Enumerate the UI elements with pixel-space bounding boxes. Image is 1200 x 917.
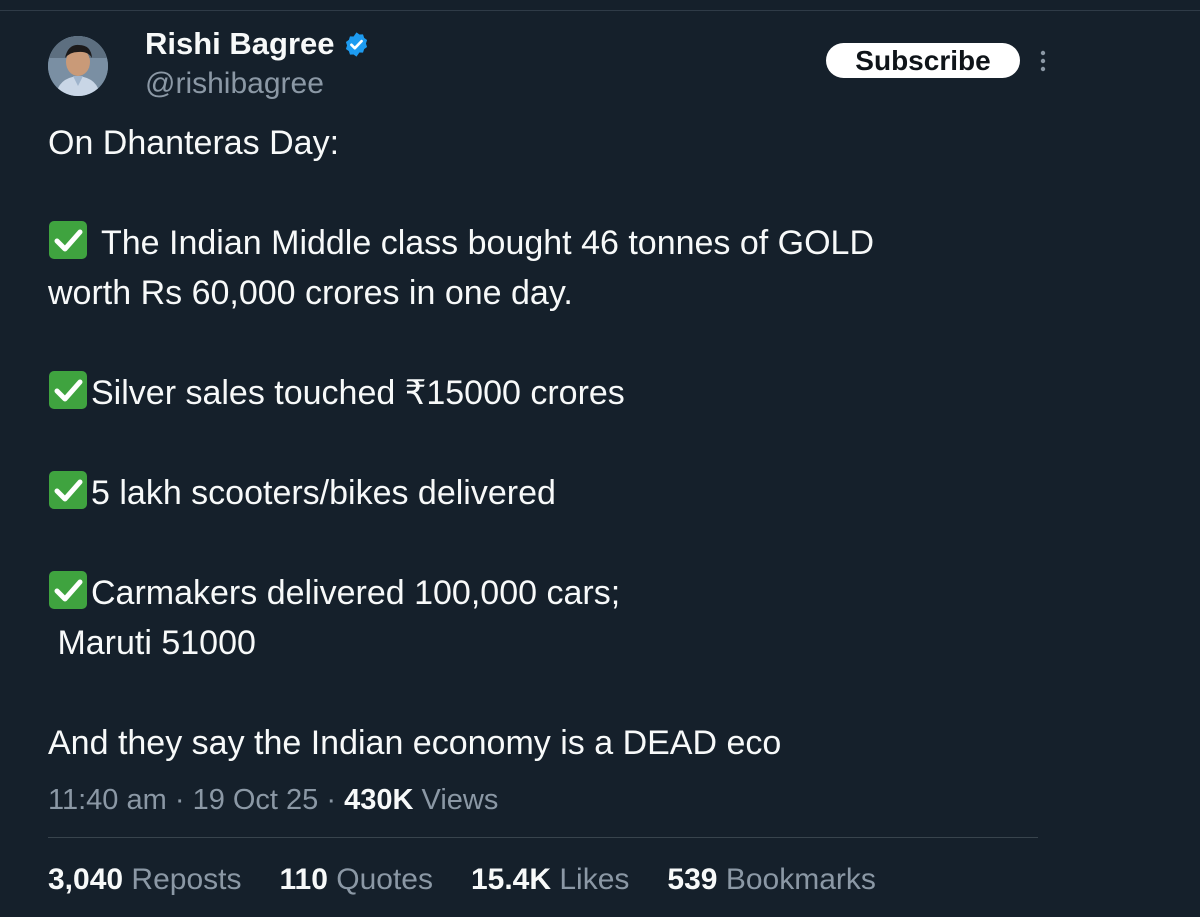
reposts-label: Reposts [131, 863, 242, 896]
bookmarks-label: Bookmarks [725, 863, 876, 896]
tweet-point-silver: Silver sales touched ₹15000 crores [48, 368, 1048, 418]
avatar-image [48, 36, 108, 96]
stats-divider [48, 837, 1038, 838]
meta-separator: · [326, 784, 337, 816]
white-check-mark-icon [49, 221, 87, 259]
verified-badge-icon [345, 31, 367, 57]
top-divider [0, 10, 1200, 11]
more-vertical-icon[interactable] [1033, 48, 1053, 74]
tweet-point-gold-line2: worth Rs 60,000 crores in one day. [48, 274, 573, 312]
reposts-stat[interactable]: 3,040 Reposts [48, 858, 241, 902]
reposts-count: 3,040 [48, 863, 124, 896]
white-check-mark-icon [49, 571, 87, 609]
tweet-point-cars-line1: Carmakers delivered 100,000 cars; [91, 574, 621, 612]
tweet-point-cars-line2: Maruti 51000 [48, 624, 256, 662]
views-label: Views [421, 784, 499, 816]
white-check-mark-icon [49, 471, 87, 509]
tweet-point-cars: Carmakers delivered 100,000 cars; [48, 568, 1048, 618]
author-name-text[interactable]: Rishi Bagree [145, 24, 335, 64]
likes-stat[interactable]: 15.4K Likes [471, 858, 629, 902]
tweet-time[interactable]: 11:40 am [48, 784, 167, 816]
tweet-point-silver-text: Silver sales touched ₹15000 crores [91, 374, 625, 412]
author-handle[interactable]: @rishibagree [145, 66, 324, 102]
quotes-stat[interactable]: 110 Quotes [279, 858, 432, 902]
tweet-meta: 11:40 am · 19 Oct 25 · 430K Views [48, 778, 498, 822]
quotes-label: Quotes [336, 863, 433, 896]
views-count: 430K [344, 784, 414, 816]
tweet-point-gold-line1: The Indian Middle class bought 46 tonnes… [101, 224, 875, 262]
likes-count: 15.4K [470, 863, 552, 896]
tweet-closing: And they say the Indian economy is a DEA… [48, 724, 782, 762]
tweet-point-bikes-text: 5 lakh scooters/bikes delivered [91, 474, 556, 512]
subscribe-button[interactable]: Subscribe [826, 43, 1020, 78]
bookmarks-count: 539 [667, 863, 718, 896]
bookmarks-stat[interactable]: 539 Bookmarks [667, 858, 875, 902]
tweet-intro: On Dhanteras Day: [48, 124, 340, 162]
engagement-stats: 3,040 Reposts 110 Quotes 15.4K Likes 539… [48, 858, 914, 902]
likes-label: Likes [559, 863, 630, 896]
white-check-mark-icon [49, 371, 87, 409]
author-name[interactable]: Rishi Bagree [145, 24, 370, 64]
tweet-point-bikes: 5 lakh scooters/bikes delivered [48, 468, 1048, 518]
quotes-count: 110 [279, 863, 328, 896]
avatar[interactable] [48, 36, 108, 96]
tweet-text: On Dhanteras Day: The Indian Middle clas… [48, 118, 1048, 768]
tweet-point-gold: The Indian Middle class bought 46 tonnes… [48, 218, 1048, 268]
tweet-date[interactable]: 19 Oct 25 [193, 784, 319, 816]
meta-separator: · [174, 784, 185, 816]
